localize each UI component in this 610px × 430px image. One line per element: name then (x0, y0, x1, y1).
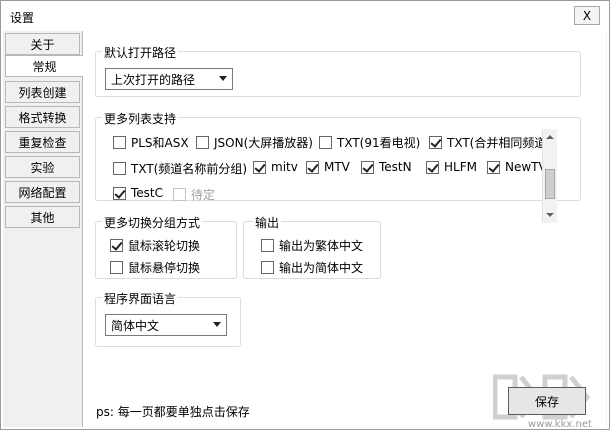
tab-label: 格式转换 (18, 110, 67, 125)
tab-label: 实验 (30, 160, 55, 175)
save-note: ps: 每一页都要单独点击保存 (96, 405, 250, 419)
checkbox-label: 待定 (191, 188, 216, 202)
list-checkbox-hlfm[interactable]: HLFM (426, 160, 477, 174)
tab-experimental[interactable]: 实验 (5, 156, 80, 178)
checkbox-label: JSON(大屏播放器) (214, 136, 313, 150)
list-checkbox-newtv[interactable]: NewTV (487, 160, 547, 174)
title-bar: 设置 X (1, 1, 609, 31)
checkbox-box (196, 136, 209, 149)
chevron-down-icon (213, 322, 221, 327)
tab-other[interactable]: 其他 (5, 206, 80, 228)
tab-label: 关于 (30, 37, 55, 52)
list-checkbox-txt-91[interactable]: TXT(91看电视) (319, 134, 420, 151)
checkbox-label: TestC (131, 186, 164, 200)
switch-checkbox-wheel[interactable]: 鼠标滚轮切换 (110, 237, 200, 254)
output-checkbox-traditional[interactable]: 输出为繁体中文 (261, 237, 363, 254)
list-checkbox-mitv[interactable]: mitv (253, 160, 298, 174)
checkbox-box (173, 188, 186, 201)
checkbox-label: mitv (271, 160, 298, 174)
scroll-up-icon[interactable] (546, 135, 554, 139)
checkbox-box (361, 160, 374, 174)
group-switch-title: 更多切换分组方式 (102, 214, 203, 231)
output-title: 输出 (253, 214, 282, 231)
output-checkbox-simplified[interactable]: 输出为简体中文 (261, 259, 363, 276)
tab-format-convert[interactable]: 格式转换 (5, 106, 80, 128)
list-checkbox-pending: 待定 (173, 186, 215, 203)
checkbox-label: 鼠标悬停切换 (128, 261, 201, 275)
checkbox-box (110, 239, 123, 252)
checkbox-box (261, 261, 274, 274)
list-checkbox-txt-group[interactable]: TXT(频道名称前分组) (113, 160, 247, 177)
tab-label: 其他 (30, 210, 55, 225)
tab-network[interactable]: 网络配置 (5, 181, 80, 203)
checkbox-box (113, 136, 126, 149)
checkbox-label: TestN (379, 160, 412, 174)
list-checkbox-txt-merge[interactable]: TXT(合并相同频道) (429, 134, 551, 151)
checkbox-box (429, 136, 442, 149)
tab-general[interactable]: 常规 (5, 55, 83, 77)
checkbox-box (319, 136, 332, 149)
tab-label: 列表创建 (18, 85, 67, 100)
tab-about[interactable]: 关于 (5, 33, 80, 55)
checkbox-box (110, 261, 123, 274)
list-support-title: 更多列表支持 (102, 110, 179, 127)
scroll-down-icon[interactable] (546, 213, 554, 217)
tab-label: 网络配置 (18, 185, 67, 200)
save-button-label: 保存 (534, 394, 559, 409)
checkbox-label: TXT(91看电视) (337, 136, 421, 150)
chevron-down-icon (219, 76, 227, 81)
list-checkbox-testc[interactable]: TestC (113, 186, 163, 200)
tab-label: 重复检查 (18, 135, 67, 150)
checkbox-label: 输出为简体中文 (279, 261, 364, 275)
tab-list-create[interactable]: 列表创建 (5, 81, 80, 103)
general-panel: 默认打开路径 上次打开的路径 更多列表支持 PLS和ASX JSON(大屏播放器… (82, 31, 606, 430)
list-checkbox-pls-asx[interactable]: PLS和ASX (113, 134, 189, 151)
list-checkbox-json[interactable]: JSON(大屏播放器) (196, 134, 313, 151)
ui-language-title: 程序界面语言 (102, 290, 179, 307)
checkbox-label: PLS和ASX (131, 136, 189, 150)
default-path-title: 默认打开路径 (102, 44, 179, 61)
scroll-thumb[interactable] (545, 169, 555, 199)
list-support-group (95, 117, 581, 201)
checkbox-box (253, 160, 266, 174)
list-scrollbar[interactable] (542, 129, 557, 223)
window-title: 设置 (10, 11, 35, 25)
checkbox-label: HLFM (444, 160, 477, 174)
tab-duplicate-check[interactable]: 重复检查 (5, 131, 80, 153)
save-button[interactable]: 保存 (508, 387, 586, 415)
close-icon: X (582, 8, 592, 23)
ui-language-value: 简体中文 (111, 318, 160, 333)
checkbox-box (113, 162, 126, 175)
close-button[interactable]: X (574, 6, 600, 25)
checkbox-label: 鼠标滚轮切换 (128, 239, 201, 253)
checkbox-label: TXT(频道名称前分组) (131, 162, 248, 176)
checkbox-label: TXT(合并相同频道) (447, 136, 552, 150)
checkbox-box (261, 239, 274, 252)
checkbox-label: 输出为繁体中文 (279, 239, 364, 253)
watermark-url: www.kkx.net (528, 419, 592, 430)
tab-label: 常规 (32, 59, 57, 74)
checkbox-box (113, 186, 126, 200)
default-path-value: 上次打开的路径 (111, 72, 196, 87)
client-area: 关于 常规 列表创建 格式转换 重复检查 实验 网络配置 其他 默认打开路径 上… (3, 31, 607, 430)
checkbox-box (306, 160, 319, 174)
list-checkbox-testn[interactable]: TestN (361, 160, 412, 174)
checkbox-box (487, 160, 500, 174)
ui-language-select[interactable]: 简体中文 (105, 314, 227, 336)
list-checkbox-mtv[interactable]: MTV (306, 160, 350, 174)
checkbox-box (426, 160, 439, 174)
checkbox-label: MTV (324, 160, 350, 174)
default-path-select[interactable]: 上次打开的路径 (105, 68, 233, 90)
checkbox-label: NewTV (505, 160, 547, 174)
switch-checkbox-hover[interactable]: 鼠标悬停切换 (110, 259, 200, 276)
settings-window: 设置 X 关于 常规 列表创建 格式转换 重复检查 实验 网络配置 其他 默认打… (0, 0, 610, 430)
